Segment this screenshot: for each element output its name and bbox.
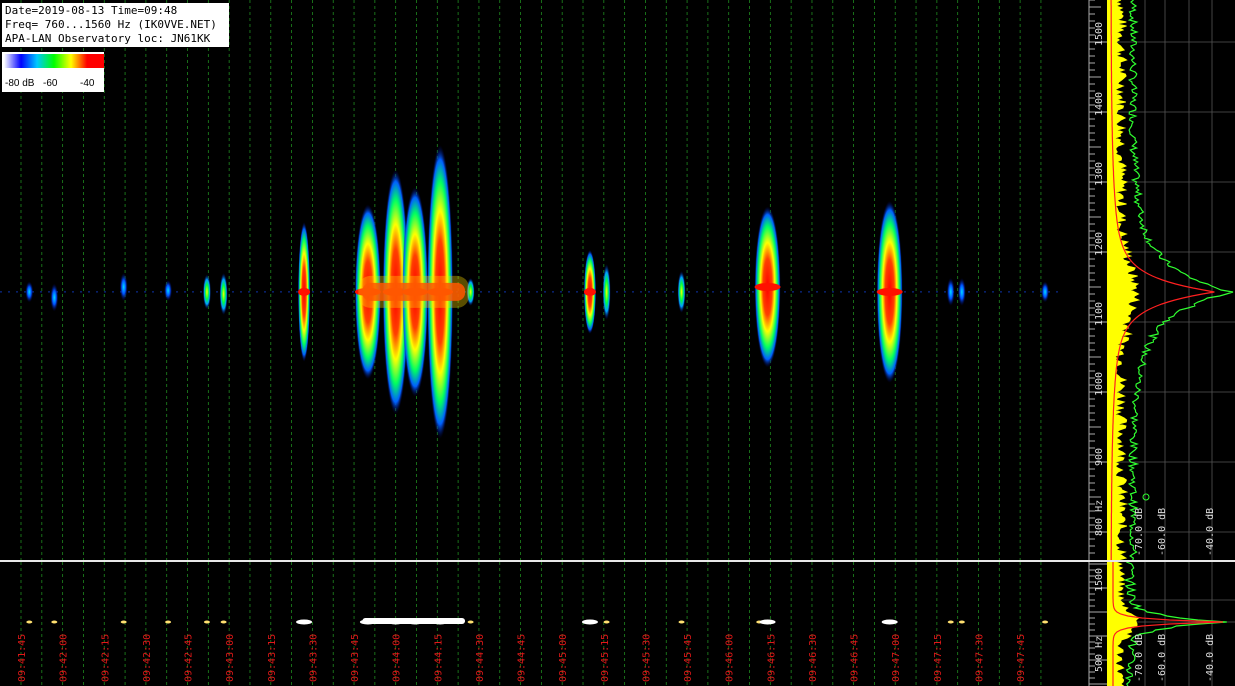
frequency-label: 1200 bbox=[1094, 232, 1105, 256]
frequency-labels: 1500 1400 1300 1200 1100 1000 900 800 Hz bbox=[1094, 22, 1105, 536]
time-label: 09:46:00 bbox=[725, 634, 736, 682]
bottom-frequency-label: 500 Hz bbox=[1094, 636, 1105, 672]
bottom-event bbox=[467, 620, 474, 624]
frequency-ticks bbox=[1088, 0, 1107, 560]
time-label: 09:46:15 bbox=[766, 634, 777, 682]
bottom-event bbox=[203, 620, 210, 624]
bottom-frequency-labels: 1500 500 Hz bbox=[1094, 568, 1105, 672]
bottom-event bbox=[26, 620, 33, 624]
time-label: 09:45:00 bbox=[558, 634, 569, 682]
info-box: Date=2019-08-13 Time=09:48 Freq= 760...1… bbox=[2, 3, 229, 47]
bottom-event bbox=[120, 620, 127, 624]
info-frequency: Freq= 760...1560 Hz (IK0VVE.NET) bbox=[5, 18, 217, 31]
time-label: 09:41:45 bbox=[17, 634, 28, 682]
time-label: 09:43:00 bbox=[225, 634, 236, 682]
spectrum-marker bbox=[1142, 493, 1150, 501]
time-label: 09:43:45 bbox=[350, 634, 361, 682]
time-label: 09:47:45 bbox=[1016, 634, 1027, 682]
waterfall-event bbox=[25, 281, 34, 303]
bottom-frequency-axis: 1500 500 Hz bbox=[1065, 562, 1107, 686]
info-observatory: APA-LAN Observatory loc: JN61KK bbox=[5, 32, 211, 45]
waterfall-event bbox=[219, 273, 228, 315]
waterfall-event bbox=[957, 277, 966, 306]
time-label: 09:44:30 bbox=[475, 634, 486, 682]
time-label: 09:47:15 bbox=[933, 634, 944, 682]
bottom-event bbox=[881, 619, 898, 625]
color-legend: -80 dB -60 -40 bbox=[2, 52, 104, 92]
bottom-event bbox=[1042, 620, 1049, 624]
frequency-label: 800 Hz bbox=[1094, 500, 1105, 536]
bottom-event bbox=[51, 620, 58, 624]
time-label: 09:44:45 bbox=[517, 634, 528, 682]
spectrum-profile: -70.0 dB -60.0 dB -40.0 dB bbox=[1107, 0, 1235, 560]
time-label: 09:46:30 bbox=[808, 634, 819, 682]
waterfall-event bbox=[1041, 281, 1050, 303]
bottom-db-label: -40.0 dB bbox=[1205, 634, 1216, 682]
bottom-event bbox=[581, 619, 598, 625]
time-label: 09:47:30 bbox=[974, 634, 985, 682]
time-label: 09:47:00 bbox=[891, 634, 902, 682]
bottom-frequency-label: 1500 bbox=[1094, 568, 1105, 592]
frequency-label: 900 bbox=[1094, 448, 1105, 466]
burst-halo bbox=[358, 275, 470, 308]
time-label: 09:43:30 bbox=[308, 634, 319, 682]
waterfall-event-core bbox=[876, 287, 903, 296]
time-label: 09:42:30 bbox=[142, 634, 153, 682]
waterfall-event bbox=[677, 270, 686, 313]
time-label: 09:43:15 bbox=[267, 634, 278, 682]
color-scale-bar bbox=[4, 54, 104, 68]
bottom-event bbox=[296, 619, 313, 625]
time-label: 09:44:15 bbox=[433, 634, 444, 682]
time-label: 09:45:45 bbox=[683, 634, 694, 682]
waterfall-event-core bbox=[298, 287, 311, 296]
waterfall-event bbox=[50, 283, 59, 312]
waterfall-event bbox=[946, 277, 955, 306]
bottom-waterfall: 09:41:45 09:42:00 09:42:15 09:42:30 09:42:45… bbox=[0, 562, 1065, 686]
waterfall-event bbox=[119, 273, 128, 301]
spectrum-green-trace bbox=[1127, 0, 1234, 560]
time-label: 09:42:15 bbox=[100, 634, 111, 682]
info-date-time: Date=2019-08-13 Time=09:48 bbox=[5, 4, 178, 17]
time-label: 09:42:45 bbox=[184, 634, 195, 682]
time-label: 09:42:00 bbox=[59, 634, 70, 682]
db-label: -60.0 dB bbox=[1157, 508, 1168, 556]
legend-label-min: -80 dB bbox=[5, 78, 35, 89]
frequency-label: 1300 bbox=[1094, 162, 1105, 186]
waterfall-event bbox=[602, 263, 611, 320]
waterfall-event bbox=[202, 274, 211, 310]
waterfall-event bbox=[164, 280, 173, 301]
bottom-db-label: -60.0 dB bbox=[1157, 634, 1168, 682]
waterfall-event-core bbox=[583, 287, 596, 296]
frequency-label: 1100 bbox=[1094, 302, 1105, 326]
bottom-db-axis-labels: -70.0 dB -60.0 dB -40.0 dB bbox=[1134, 634, 1216, 682]
frequency-label: 1000 bbox=[1094, 372, 1105, 396]
legend-label-max: -40 bbox=[80, 78, 95, 89]
legend-label-mid: -60 bbox=[43, 78, 58, 89]
db-label: -40.0 dB bbox=[1205, 508, 1216, 556]
bottom-event bbox=[678, 620, 685, 624]
bottom-event bbox=[958, 620, 965, 624]
time-label: 09:44:00 bbox=[392, 634, 403, 682]
bottom-event bbox=[759, 619, 776, 625]
bottom-event bbox=[165, 620, 172, 624]
color-scale-labels: -80 dB -60 -40 bbox=[2, 78, 104, 91]
frequency-axis: 1500 1400 1300 1200 1100 1000 900 800 Hz bbox=[1065, 0, 1107, 560]
bottom-spectrum-profile: -70.0 dB -60.0 dB -40.0 dB bbox=[1107, 562, 1235, 686]
waterfall-events bbox=[0, 144, 1063, 439]
bottom-db-label: -70.0 dB bbox=[1134, 634, 1145, 682]
bottom-burst bbox=[362, 618, 466, 624]
frequency-label: 1500 bbox=[1094, 22, 1105, 46]
waterfall-event-core bbox=[754, 283, 781, 291]
bottom-event bbox=[603, 620, 610, 624]
time-label: 09:46:45 bbox=[850, 634, 861, 682]
frequency-label: 1400 bbox=[1094, 92, 1105, 116]
bottom-event bbox=[947, 620, 954, 624]
time-axis-labels: 09:41:45 09:42:00 09:42:15 09:42:30 09:42:45… bbox=[17, 634, 1027, 682]
db-label: -70.0 dB bbox=[1134, 508, 1145, 556]
waterfall-spectrogram bbox=[0, 0, 1065, 560]
time-label: 09:45:15 bbox=[600, 634, 611, 682]
time-label: 09:45:30 bbox=[641, 634, 652, 682]
bottom-event bbox=[220, 620, 227, 624]
